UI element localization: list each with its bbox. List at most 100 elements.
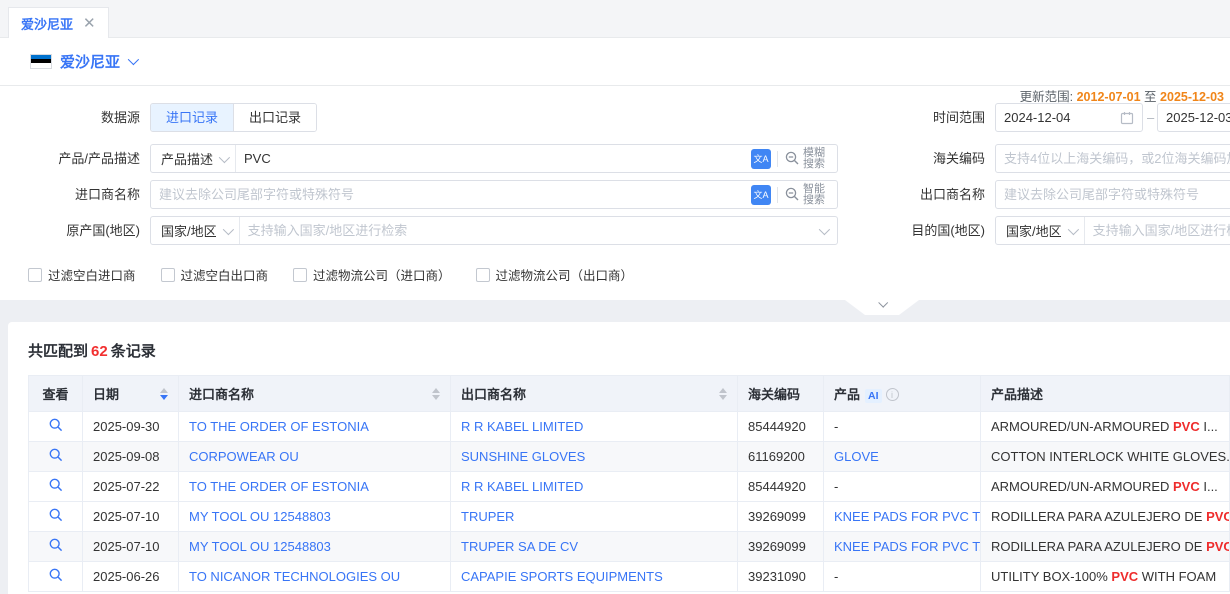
filter-checkbox-2[interactable]: 过滤物流公司（进口商）	[293, 265, 451, 284]
view-record-icon[interactable]	[48, 477, 64, 493]
collapse-filters-handle[interactable]	[845, 300, 919, 315]
hs-code: 61169200	[738, 442, 824, 472]
tab-title: 爱沙尼亚	[21, 14, 73, 33]
col-exporter[interactable]: 出口商名称	[451, 376, 738, 412]
origin-label: 原产国(地区)	[10, 216, 140, 245]
importer-link[interactable]: MY TOOL OU 12548803	[189, 539, 331, 554]
product-description: UTILITY BOX-100% PVC WITH FOAM	[981, 562, 1230, 592]
sort-importer[interactable]	[424, 388, 440, 400]
checkbox[interactable]	[293, 268, 307, 282]
country-selector[interactable]: 爱沙尼亚	[30, 50, 136, 72]
record-date: 2025-09-30	[83, 412, 179, 442]
destination-field-group: 国家/地区	[995, 216, 1230, 245]
product-type-select[interactable]: 产品描述	[151, 145, 236, 172]
calendar-icon	[1120, 111, 1134, 125]
hs-code: 85444920	[738, 412, 824, 442]
filter-checkbox-1[interactable]: 过滤空白出口商	[161, 265, 269, 284]
table-row: 2025-09-08CORPOWEAR OUSUNSHINE GLOVES611…	[29, 442, 1230, 472]
view-record-icon[interactable]	[48, 417, 64, 433]
time-range-label: 时间范围	[855, 103, 985, 132]
exporter-link[interactable]: SUNSHINE GLOVES	[461, 449, 585, 464]
update-range-from: 2012-07-01	[1077, 90, 1141, 104]
hs-code-input[interactable]	[996, 145, 1230, 172]
filter-checkbox-0[interactable]: 过滤空白进口商	[28, 265, 136, 284]
date-from-input[interactable]: 2024-12-04	[995, 103, 1143, 132]
importer-link[interactable]: TO THE ORDER OF ESTONIA	[189, 419, 369, 434]
translate-icon[interactable]: 文A	[751, 185, 771, 205]
importer-input[interactable]	[151, 181, 743, 208]
fuzzy-search-button[interactable]: 模糊搜索	[784, 148, 829, 170]
product-link[interactable]: KNEE PADS FOR PVC T...	[834, 539, 981, 554]
update-range-to: 2025-12-03	[1160, 90, 1224, 104]
checkbox[interactable]	[476, 268, 490, 282]
hs-code-label: 海关编码	[855, 144, 985, 173]
importer-link[interactable]: MY TOOL OU 12548803	[189, 509, 331, 524]
importer-link[interactable]: TO THE ORDER OF ESTONIA	[189, 479, 369, 494]
info-icon[interactable]: i	[886, 388, 899, 401]
origin-country-select[interactable]: 国家/地区	[151, 217, 240, 244]
tab-estonia[interactable]: 爱沙尼亚 ✕	[8, 7, 109, 38]
filter-checkbox-3[interactable]: 过滤物流公司（出口商）	[476, 265, 634, 284]
exporter-link[interactable]: TRUPER SA DE CV	[461, 539, 578, 554]
date-to-input[interactable]: 2025-12-03	[1157, 103, 1230, 132]
product-link[interactable]: KNEE PADS FOR PVC T...	[834, 509, 981, 524]
exporter-link[interactable]: R R KABEL LIMITED	[461, 479, 583, 494]
table-header-row: 查看 日期 进口商名称 出口商名称 海关编码	[29, 376, 1230, 412]
tab-bar: 爱沙尼亚 ✕	[0, 0, 1230, 38]
table-row: 2025-06-26TO NICANOR TECHNOLOGIES OUCAPA…	[29, 562, 1230, 592]
destination-search-input[interactable]	[1085, 217, 1230, 244]
sort-date[interactable]	[152, 388, 168, 400]
estonia-flag-icon	[30, 54, 52, 69]
fuzzy-search-label: 模糊搜索	[803, 148, 829, 170]
records-table: 查看 日期 进口商名称 出口商名称 海关编码	[28, 375, 1230, 592]
view-record-icon[interactable]	[48, 507, 64, 523]
exporter-link[interactable]: CAPAPIE SPORTS EQUIPMENTS	[461, 569, 663, 584]
checkbox[interactable]	[161, 268, 175, 282]
filter-checkbox-row: 过滤空白进口商 过滤空白出口商 过滤物流公司（进口商） 过滤物流公司（出口商）	[28, 265, 633, 284]
checkbox[interactable]	[28, 268, 42, 282]
export-records-button[interactable]: 出口记录	[233, 104, 316, 131]
exporter-link[interactable]: R R KABEL LIMITED	[461, 419, 583, 434]
search-minus-icon	[784, 150, 801, 167]
exporter-label: 出口商名称	[855, 180, 985, 209]
import-records-button[interactable]: 进口记录	[151, 104, 233, 131]
product-description: RODILLERA PARA AZULEJERO DE PVC	[981, 532, 1230, 562]
translate-icon[interactable]: 文A	[751, 149, 771, 169]
close-icon[interactable]: ✕	[83, 16, 96, 31]
importer-link[interactable]: CORPOWEAR OU	[189, 449, 299, 464]
smart-search-button[interactable]: 智能搜索	[784, 184, 829, 206]
hs-code: 39269099	[738, 502, 824, 532]
hs-code: 85444920	[738, 472, 824, 502]
col-importer[interactable]: 进口商名称	[179, 376, 451, 412]
record-date: 2025-07-10	[83, 502, 179, 532]
product-description: COTTON INTERLOCK WHITE GLOVES...	[981, 442, 1230, 472]
view-record-icon[interactable]	[48, 447, 64, 463]
exporter-input[interactable]	[996, 181, 1230, 208]
view-record-icon[interactable]	[48, 567, 64, 583]
importer-link[interactable]: TO NICANOR TECHNOLOGIES OU	[189, 569, 400, 584]
view-record-icon[interactable]	[48, 537, 64, 553]
date-from-value: 2024-12-04	[1004, 110, 1114, 125]
pvc-highlight: PVC	[1173, 419, 1200, 434]
col-hs-code: 海关编码	[738, 376, 824, 412]
hs-code-field	[995, 144, 1230, 173]
checkbox-label: 过滤空白出口商	[181, 265, 269, 284]
data-source-segmented: 进口记录 出口记录	[150, 103, 317, 132]
exporter-link[interactable]: TRUPER	[461, 509, 514, 524]
divider	[777, 151, 778, 167]
col-date[interactable]: 日期	[83, 376, 179, 412]
ai-badge: AI	[865, 389, 882, 403]
smart-search-label: 智能搜索	[803, 184, 829, 206]
destination-country-select[interactable]: 国家/地区	[996, 217, 1085, 244]
results-panel: 共匹配到62条记录 查看 日期 进口商名称	[8, 322, 1230, 594]
product-empty: -	[834, 479, 838, 494]
hs-code: 39269099	[738, 532, 824, 562]
date-separator: –	[1147, 103, 1154, 132]
product-link[interactable]: GLOVE	[834, 449, 879, 464]
origin-search-input[interactable]	[240, 217, 819, 244]
sort-exporter[interactable]	[711, 388, 727, 400]
product-search-input[interactable]	[236, 145, 743, 172]
chevron-down-icon	[219, 151, 230, 162]
product-empty: -	[834, 419, 838, 434]
chevron-down-icon	[1067, 223, 1078, 234]
